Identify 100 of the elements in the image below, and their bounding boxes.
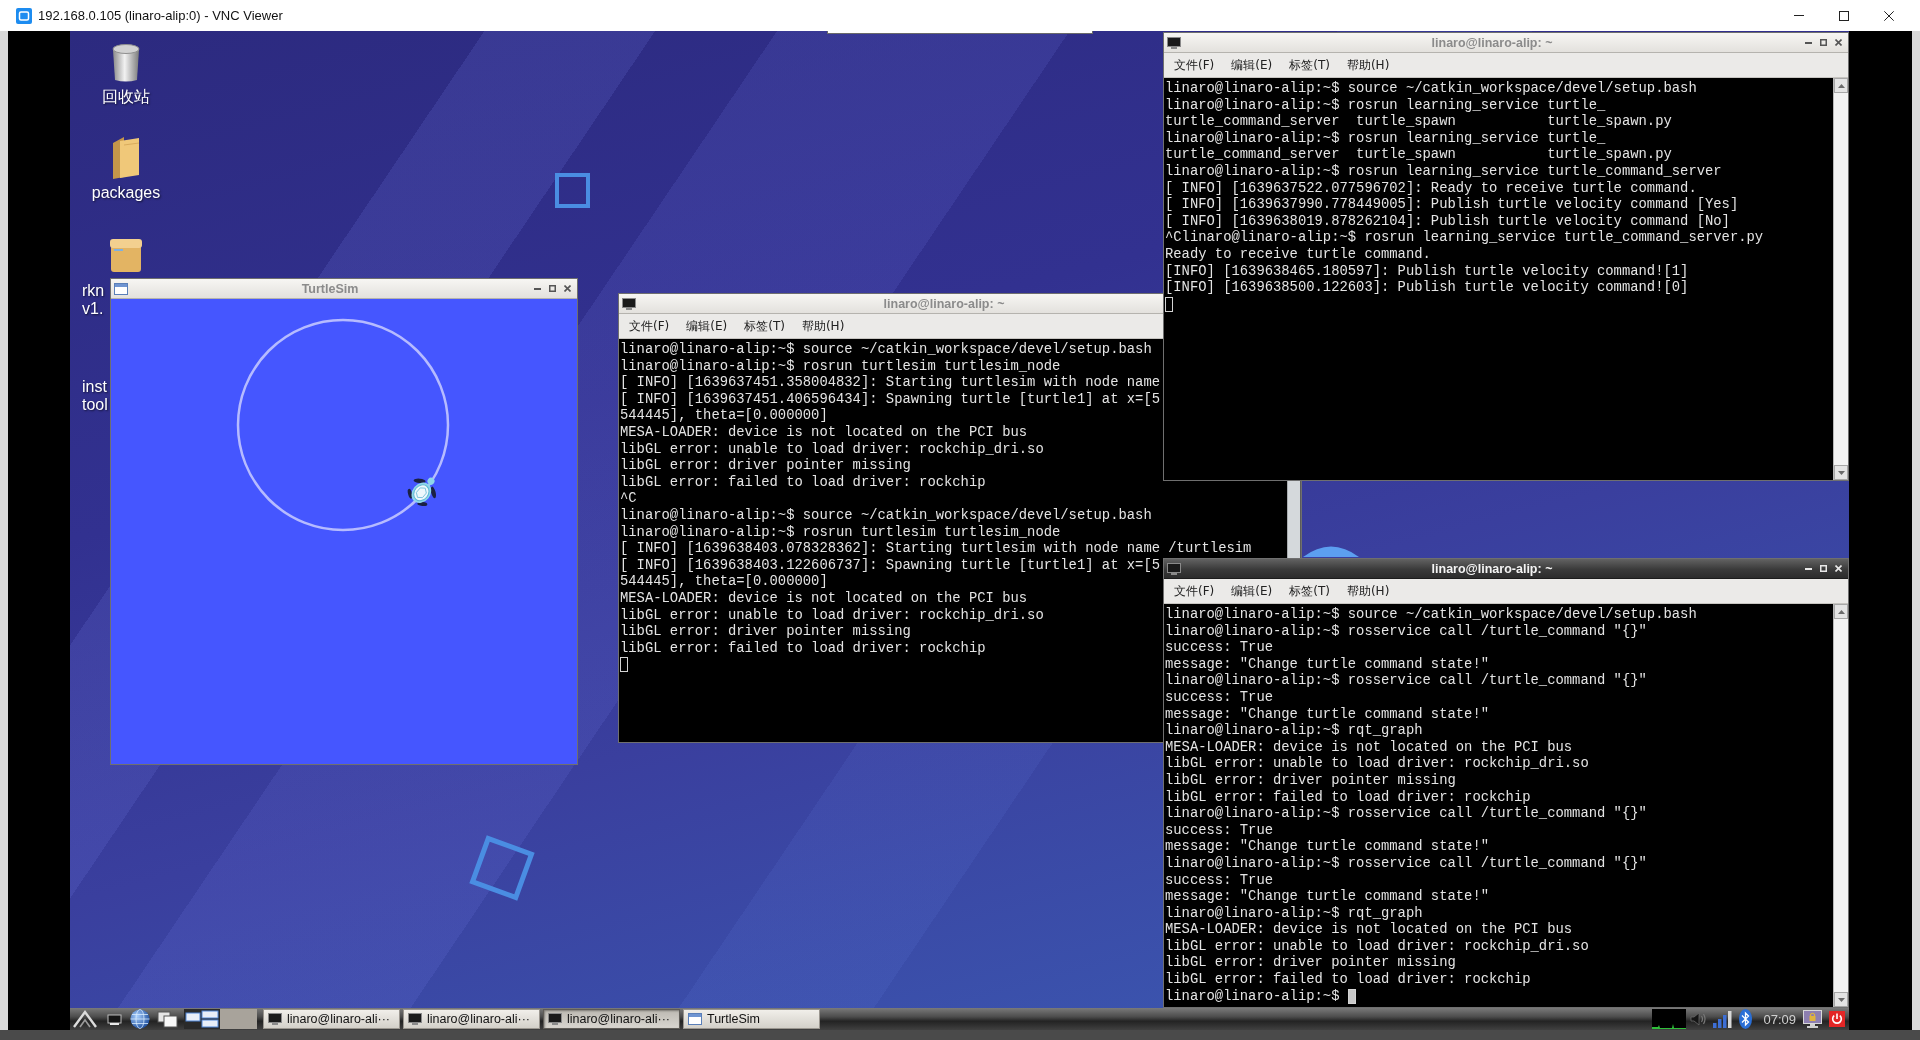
maximize-button[interactable]: [1818, 562, 1830, 575]
window-icon: [688, 1013, 702, 1025]
menu-item[interactable]: 标签(T): [744, 317, 785, 335]
package-box-icon[interactable]: [109, 237, 143, 273]
terminal-line: libGL error: unable to load driver: rockchip_dri.so: [1165, 937, 1589, 955]
terminal-line: [ INFO] [1639637990.778449005]: Publish turtle velocity command [Yes]: [1165, 196, 1739, 213]
desktop-icon-label[interactable]: v1.: [81, 300, 104, 318]
desktop-icon-label[interactable]: packages: [91, 184, 161, 202]
menu-item[interactable]: 编辑(E): [1231, 56, 1273, 74]
terminal-line: libGL error: unable to load driver: rockchip_dri.so: [1165, 755, 1589, 772]
terminal-line: [INFO] [1639638500.122603]: Publish turtle velocity command![0]: [1165, 279, 1689, 296]
terminal-line: 544445], theta=[0.000000]: [620, 573, 828, 590]
desktop-icon-label[interactable]: 回收站: [102, 88, 150, 106]
scrollbar[interactable]: [1287, 481, 1301, 558]
terminal-line: linaro@linaro-alip:~$ rosservice call /turtle_command "{}": [1165, 622, 1647, 640]
windows-stack-icon[interactable]: [157, 1010, 178, 1028]
window-title: linaro@linaro-alip: ~: [1431, 35, 1553, 50]
menu-item[interactable]: 编辑(E): [686, 317, 728, 335]
cpu-graph-icon[interactable]: [1652, 1009, 1687, 1029]
menu-item[interactable]: 标签(T): [1289, 56, 1330, 74]
scroll-down-button[interactable]: [1834, 465, 1848, 480]
taskbar-button[interactable]: linaro@linaro-ali···: [403, 1009, 540, 1029]
lock-screen-icon[interactable]: [1803, 1010, 1822, 1028]
scroll-down-button[interactable]: [1834, 992, 1848, 1007]
window-title: 192.168.0.105 (linaro-alip:0) - VNC Viewer: [38, 8, 283, 23]
terminal-line: linaro@linaro-alip:~$ rosservice call /turtle_command "{}": [1165, 805, 1647, 822]
start-menu-icon[interactable]: [72, 1009, 98, 1029]
menu-item[interactable]: 编辑(E): [1231, 582, 1273, 600]
terminal-line: linaro@linaro-alip:~$ rqt_graph: [1165, 722, 1423, 739]
clock-time[interactable]: 07:09: [1763, 1011, 1796, 1027]
terminal-line: libGL error: failed to load driver: rockchip: [620, 473, 986, 491]
terminal-line: ^C: [620, 490, 637, 507]
menu-item[interactable]: 帮助(H): [801, 317, 845, 335]
terminal-icon: [1167, 36, 1181, 49]
terminal-line: linaro@linaro-alip:~$ source ~/catkin_workspace/devel/setup.bash: [620, 506, 1152, 524]
scrollbar[interactable]: [1833, 604, 1848, 1007]
menu-item[interactable]: 文件(F): [1174, 56, 1215, 74]
terminal-line: libGL error: driver pointer missing: [1165, 771, 1456, 789]
terminal-line: linaro@linaro-alip:~$ rosservice call /turtle_command "{}": [1165, 672, 1647, 689]
menu-item[interactable]: 标签(T): [1289, 582, 1330, 600]
bluetooth-icon[interactable]: [1739, 1009, 1753, 1029]
close-button[interactable]: [1833, 36, 1845, 49]
scrollbar[interactable]: [1833, 78, 1848, 480]
terminal-icon: [1167, 562, 1181, 575]
terminal-line: MESA-LOADER: device is not located on the PCI bus: [620, 589, 1028, 607]
terminal-line: [ INFO] [1639638019.878262104]: Publish turtle velocity command [No]: [1165, 212, 1730, 230]
terminal-line: [ INFO] [1639638403.078328362]: Starting turtlesim with node name /turtlesim: [620, 540, 1252, 557]
text-cursor: [620, 657, 628, 673]
terminal-line: linaro@linaro-alip:~$ rosrun learning_service turtle_: [1165, 129, 1606, 147]
terminal-line: linaro@linaro-alip:~$ rosrun turtlesim turtlesim_node: [620, 357, 1061, 375]
close-button[interactable]: [562, 282, 574, 295]
terminal-line: linaro@linaro-alip:~$ rosrun learning_service turtle_: [1165, 96, 1606, 114]
globe-icon[interactable]: [130, 1009, 150, 1029]
menu-item[interactable]: 文件(F): [1174, 582, 1215, 600]
terminal-line: 544445], theta=[0.000000]: [620, 407, 828, 424]
close-button[interactable]: [1833, 562, 1845, 575]
terminal-line: linaro@linaro-alip:~$ rosrun turtlesim turtlesim_node: [620, 523, 1061, 541]
taskbar-button[interactable]: TurtleSim: [683, 1009, 820, 1029]
menu-item[interactable]: 文件(F): [629, 317, 670, 335]
desktop-icon-label[interactable]: rkn: [81, 282, 105, 300]
maximize-icon: [1820, 565, 1828, 572]
terminal-line: MESA-LOADER: device is not located on the PCI bus: [620, 423, 1028, 441]
maximize-button[interactable]: [1818, 36, 1830, 49]
scroll-up-button[interactable]: [1834, 78, 1848, 93]
desktop-icon-label[interactable]: inst: [81, 378, 107, 396]
terminal-line: [INFO] [1639638465.180597]: Publish turtle velocity command![1]: [1165, 262, 1689, 280]
terminal-line: [ INFO] [1639637451.406596434]: Spawning turtle [turtle1] at x=[5: [620, 390, 1160, 408]
terminal-line: Ready to receive turtle command.: [1165, 245, 1431, 263]
terminal-line: libGL error: unable to load driver: rockchip_dri.so: [620, 440, 1044, 458]
menu-item[interactable]: 帮助(H): [1346, 582, 1390, 600]
trash-can-icon[interactable]: [109, 43, 143, 83]
text-cursor: [1347, 988, 1356, 1004]
desktop-icon-label[interactable]: tool: [81, 396, 108, 414]
maximize-button[interactable]: [547, 282, 559, 295]
terminal-line: [ INFO] [1639638403.122606737]: Spawning turtle [turtle1] at x=[5: [620, 556, 1160, 574]
terminal-line: linaro@linaro-alip:~$ source ~/catkin_workspace/devel/setup.bash: [620, 341, 1152, 358]
triangle-up-icon: [1837, 609, 1845, 614]
taskbar-button[interactable]: linaro@linaro-ali···: [263, 1009, 400, 1029]
workspace-pager-icon[interactable]: [184, 1009, 257, 1029]
terminal-line: success: True: [1165, 639, 1273, 656]
window-icon: [114, 282, 128, 295]
terminal-line: MESA-LOADER: device is not located on the PCI bus: [1165, 921, 1573, 938]
terminal-icon: [408, 1013, 422, 1025]
folder-icon[interactable]: [110, 135, 142, 180]
show-desktop-icon[interactable]: [107, 1012, 122, 1026]
terminal-line: message: "Change turtle command state!": [1165, 838, 1489, 855]
terminal-line: success: True: [1165, 871, 1273, 889]
terminal-line: libGL error: failed to load driver: rockchip: [1165, 788, 1531, 806]
window-title: linaro@linaro-alip: ~: [883, 296, 1005, 311]
taskbar-button[interactable]: linaro@linaro-ali···: [543, 1009, 680, 1029]
maximize-icon: [1820, 39, 1828, 46]
speaker-icon[interactable]: [1690, 1011, 1708, 1027]
scroll-up-button[interactable]: [1834, 604, 1848, 619]
terminal-icon: [622, 297, 636, 310]
signal-bars-icon[interactable]: [1713, 1010, 1733, 1028]
menu-item[interactable]: 帮助(H): [1346, 56, 1390, 74]
power-icon[interactable]: [1829, 1011, 1845, 1027]
terminal-line: libGL error: driver pointer missing: [620, 623, 911, 640]
toolbar-handle[interactable]: [827, 31, 1093, 34]
maximize-icon: [549, 285, 557, 292]
